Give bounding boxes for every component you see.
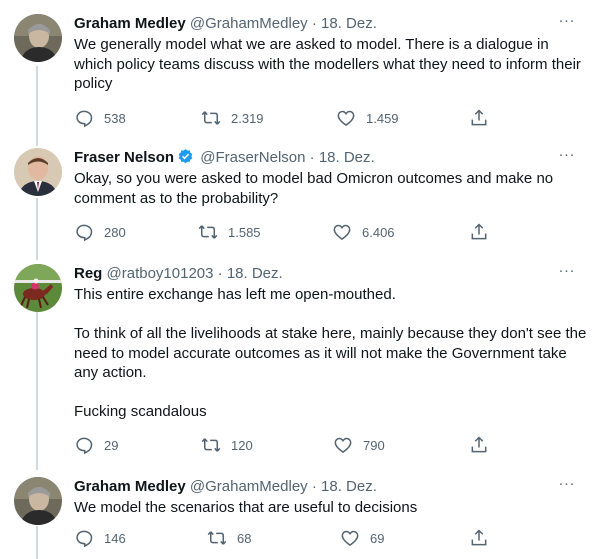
tweet-header: Graham Medley @GrahamMedley · 18. Dez. ·… xyxy=(74,474,589,497)
heart-icon xyxy=(334,437,352,453)
retweet-count: 68 xyxy=(237,530,252,546)
like-button[interactable]: 1.459 xyxy=(336,108,399,128)
heart-icon xyxy=(341,530,359,546)
share-icon xyxy=(471,436,487,453)
retweet-button[interactable]: 120 xyxy=(201,435,253,455)
retweet-count: 1.585 xyxy=(228,224,261,240)
retweet-button[interactable]: 1.585 xyxy=(198,222,261,242)
author-handle[interactable]: @GrahamMedley xyxy=(190,15,308,32)
retweet-count: 120 xyxy=(231,437,253,453)
share-button[interactable] xyxy=(469,108,489,128)
tweet-actions: 280 1.585 6.406 xyxy=(74,222,504,242)
tweet[interactable]: Reg @ratboy101203 · 18. Dez. ··· This en… xyxy=(0,260,599,470)
reply-icon xyxy=(76,530,93,548)
more-options-icon[interactable]: ··· xyxy=(559,474,576,494)
avatar[interactable] xyxy=(14,477,62,525)
share-icon xyxy=(471,529,487,546)
retweet-button[interactable]: 2.319 xyxy=(201,108,264,128)
tweet-text: We generally model what we are asked to … xyxy=(74,35,589,94)
reply-count: 29 xyxy=(104,437,119,453)
tweet[interactable]: Graham Medley @GrahamMedley · 18. Dez. ·… xyxy=(0,470,599,559)
tweet-paragraph: To think of all the livelihoods at stake… xyxy=(74,325,587,381)
heart-icon xyxy=(337,110,355,126)
reply-count: 280 xyxy=(104,224,126,240)
author-name[interactable]: Fraser Nelson xyxy=(74,149,174,166)
like-count: 1.459 xyxy=(366,110,399,126)
reply-button[interactable]: 538 xyxy=(74,108,126,128)
reply-button[interactable]: 280 xyxy=(74,222,126,242)
retweet-icon xyxy=(198,225,218,239)
author-name[interactable]: Graham Medley xyxy=(74,478,186,495)
reply-button[interactable]: 146 xyxy=(74,528,126,548)
more-options-icon[interactable]: ··· xyxy=(559,11,576,31)
retweet-icon xyxy=(207,531,227,545)
reply-icon xyxy=(76,224,93,242)
avatar[interactable] xyxy=(14,14,62,62)
author-handle[interactable]: @FraserNelson xyxy=(200,149,305,166)
tweet-date[interactable]: · 18. Dez. xyxy=(310,149,375,166)
tweet-paragraph: We generally model what we are asked to … xyxy=(74,36,581,92)
tweet-date[interactable]: · 18. Dez. xyxy=(312,478,377,495)
tweet[interactable]: Fraser Nelson @FraserNelson · 18. Dez. ·… xyxy=(0,146,599,260)
heart-icon xyxy=(333,224,351,240)
author-handle[interactable]: @GrahamMedley xyxy=(190,478,308,495)
tweet[interactable]: Graham Medley @GrahamMedley · 18. Dez. ·… xyxy=(0,0,599,146)
reply-count: 538 xyxy=(104,110,126,126)
tweet-header: Reg @ratboy101203 · 18. Dez. ··· xyxy=(74,261,589,284)
tweet-header: Graham Medley @GrahamMedley · 18. Dez. ·… xyxy=(74,11,589,34)
tweet-date[interactable]: · 18. Dez. xyxy=(218,265,283,282)
person-avatar-gray-icon xyxy=(14,14,62,62)
retweet-icon xyxy=(201,111,221,125)
more-options-icon[interactable]: ··· xyxy=(559,261,576,281)
tweet-text: Okay, so you were asked to model bad Omi… xyxy=(74,169,589,208)
author-name[interactable]: Reg xyxy=(74,265,102,282)
share-icon xyxy=(471,223,487,240)
retweet-icon xyxy=(201,438,221,452)
person-avatar-gray-icon xyxy=(14,477,62,525)
share-button[interactable] xyxy=(469,528,489,548)
like-button[interactable]: 790 xyxy=(333,435,385,455)
retweet-button[interactable]: 68 xyxy=(207,528,251,548)
author-name[interactable]: Graham Medley xyxy=(74,15,186,32)
share-button[interactable] xyxy=(469,222,489,242)
like-count: 6.406 xyxy=(362,224,395,240)
reply-button[interactable]: 29 xyxy=(74,435,118,455)
like-count: 69 xyxy=(370,530,385,546)
like-button[interactable]: 6.406 xyxy=(332,222,395,242)
retweet-count: 2.319 xyxy=(231,110,264,126)
share-button[interactable] xyxy=(469,435,489,455)
tweet-actions: 146 68 69 xyxy=(74,528,504,548)
avatar[interactable] xyxy=(14,264,62,312)
verified-badge-icon xyxy=(178,149,193,164)
tweet-text: This entire exchange has left me open-mo… xyxy=(74,285,589,422)
reply-icon xyxy=(76,110,93,128)
reply-icon xyxy=(76,437,93,455)
horse-race-avatar-icon xyxy=(14,264,62,312)
like-button[interactable]: 69 xyxy=(340,528,384,548)
tweet-text: We model the scenarios that are useful t… xyxy=(74,498,589,518)
tweet-actions: 538 2.319 1.459 xyxy=(74,108,504,128)
tweet-actions: 29 120 790 xyxy=(74,435,504,455)
like-count: 790 xyxy=(363,437,385,453)
share-icon xyxy=(471,109,487,126)
more-options-icon[interactable]: ··· xyxy=(559,145,576,165)
tweet-paragraph: We model the scenarios that are useful t… xyxy=(74,499,418,516)
tweet-header: Fraser Nelson @FraserNelson · 18. Dez. ·… xyxy=(74,145,589,168)
person-avatar-suit-icon xyxy=(14,148,62,196)
tweet-date[interactable]: · 18. Dez. xyxy=(312,15,377,32)
tweet-paragraph: This entire exchange has left me open-mo… xyxy=(74,286,396,303)
avatar[interactable] xyxy=(14,148,62,196)
tweet-paragraph: Fucking scandalous xyxy=(74,403,207,420)
tweet-paragraph: Okay, so you were asked to model bad Omi… xyxy=(74,170,554,207)
author-handle[interactable]: @ratboy101203 xyxy=(107,265,214,282)
reply-count: 146 xyxy=(104,530,126,546)
